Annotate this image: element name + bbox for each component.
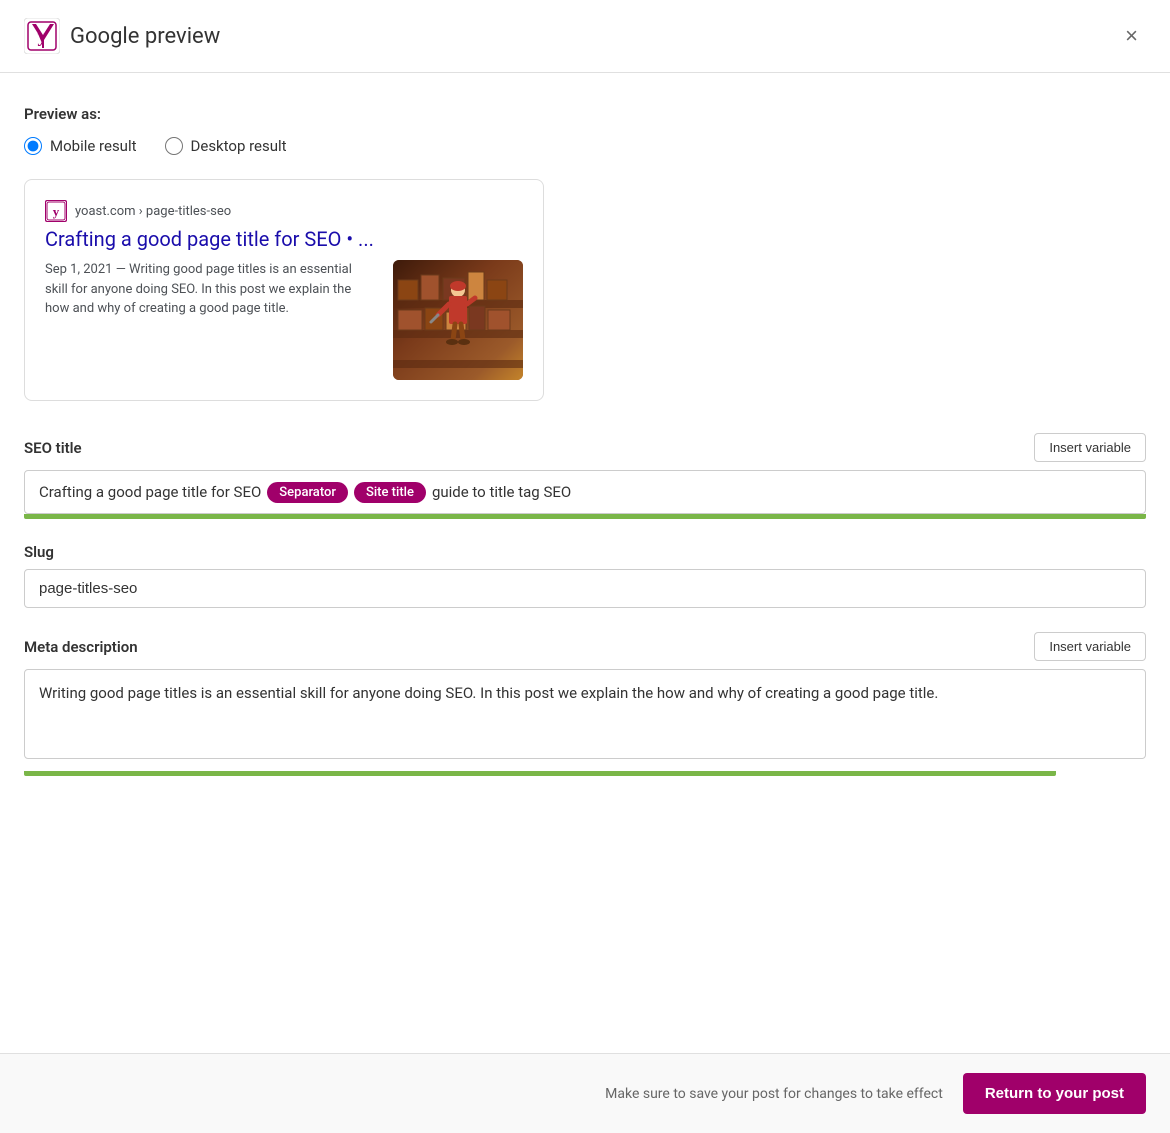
slug-input[interactable] bbox=[24, 569, 1146, 608]
separator-tag[interactable]: Separator bbox=[267, 482, 348, 503]
return-to-post-button[interactable]: Return to your post bbox=[963, 1073, 1146, 1114]
google-url-bar: y yoast.com › page-titles-seo bbox=[45, 200, 523, 222]
google-thumbnail bbox=[393, 260, 523, 380]
meta-description-textarea[interactable]: Writing good page titles is an essential… bbox=[24, 669, 1146, 759]
modal-header: y Google preview × bbox=[0, 0, 1170, 73]
seo-title-text-before: Crafting a good page title for SEO bbox=[39, 483, 261, 501]
svg-text:y: y bbox=[53, 204, 60, 219]
radio-group: Mobile result Desktop result bbox=[24, 137, 1146, 155]
meta-description-label: Meta description bbox=[24, 638, 138, 656]
modal-title: Google preview bbox=[70, 24, 220, 49]
meta-description-progress-bar bbox=[24, 771, 1056, 776]
meta-description-header-row: Meta description Insert variable bbox=[24, 632, 1146, 661]
yoast-logo-icon: y bbox=[24, 18, 60, 54]
site-title-tag[interactable]: Site title bbox=[354, 482, 426, 503]
google-date: Sep 1, 2021 bbox=[45, 262, 112, 277]
preview-as-label: Preview as: bbox=[24, 105, 1146, 123]
google-url: yoast.com › page-titles-seo bbox=[75, 204, 231, 219]
google-result-title[interactable]: Crafting a good page title for SEO • ... bbox=[45, 226, 523, 252]
google-description-row: Sep 1, 2021 — Writing good page titles i… bbox=[45, 260, 523, 380]
svg-text:y: y bbox=[38, 26, 47, 46]
seo-title-insert-variable-button[interactable]: Insert variable bbox=[1034, 433, 1146, 462]
modal-body: Preview as: Mobile result Desktop result… bbox=[0, 73, 1170, 876]
slug-header-row: Slug bbox=[24, 543, 1146, 561]
yoast-favicon-icon: y bbox=[45, 200, 67, 222]
close-button[interactable]: × bbox=[1117, 21, 1146, 51]
modal-footer: Make sure to save your post for changes … bbox=[0, 1053, 1170, 1133]
footer-hint: Make sure to save your post for changes … bbox=[605, 1086, 943, 1102]
google-preview-card: y yoast.com › page-titles-seo Crafting a… bbox=[24, 179, 544, 401]
seo-title-text-after: guide to title tag SEO bbox=[432, 483, 571, 501]
google-domain: yoast.com bbox=[75, 204, 136, 219]
meta-description-insert-variable-button[interactable]: Insert variable bbox=[1034, 632, 1146, 661]
google-description: Sep 1, 2021 — Writing good page titles i… bbox=[45, 260, 377, 380]
seo-title-header-row: SEO title Insert variable bbox=[24, 433, 1146, 462]
slug-label: Slug bbox=[24, 543, 54, 561]
radio-mobile[interactable]: Mobile result bbox=[24, 137, 137, 155]
slug-section: Slug bbox=[24, 543, 1146, 608]
seo-title-field[interactable]: Crafting a good page title for SEO Separ… bbox=[24, 470, 1146, 514]
radio-mobile-input[interactable] bbox=[24, 137, 42, 155]
meta-description-section: Meta description Insert variable Writing… bbox=[24, 632, 1146, 763]
seo-title-progress-bar bbox=[24, 514, 1146, 519]
header-left: y Google preview bbox=[24, 18, 220, 54]
radio-desktop-label: Desktop result bbox=[191, 137, 287, 155]
google-url-path: › page-titles-seo bbox=[139, 204, 231, 219]
radio-desktop-input[interactable] bbox=[165, 137, 183, 155]
radio-mobile-label: Mobile result bbox=[50, 137, 137, 155]
radio-desktop[interactable]: Desktop result bbox=[165, 137, 287, 155]
seo-title-label: SEO title bbox=[24, 439, 82, 457]
